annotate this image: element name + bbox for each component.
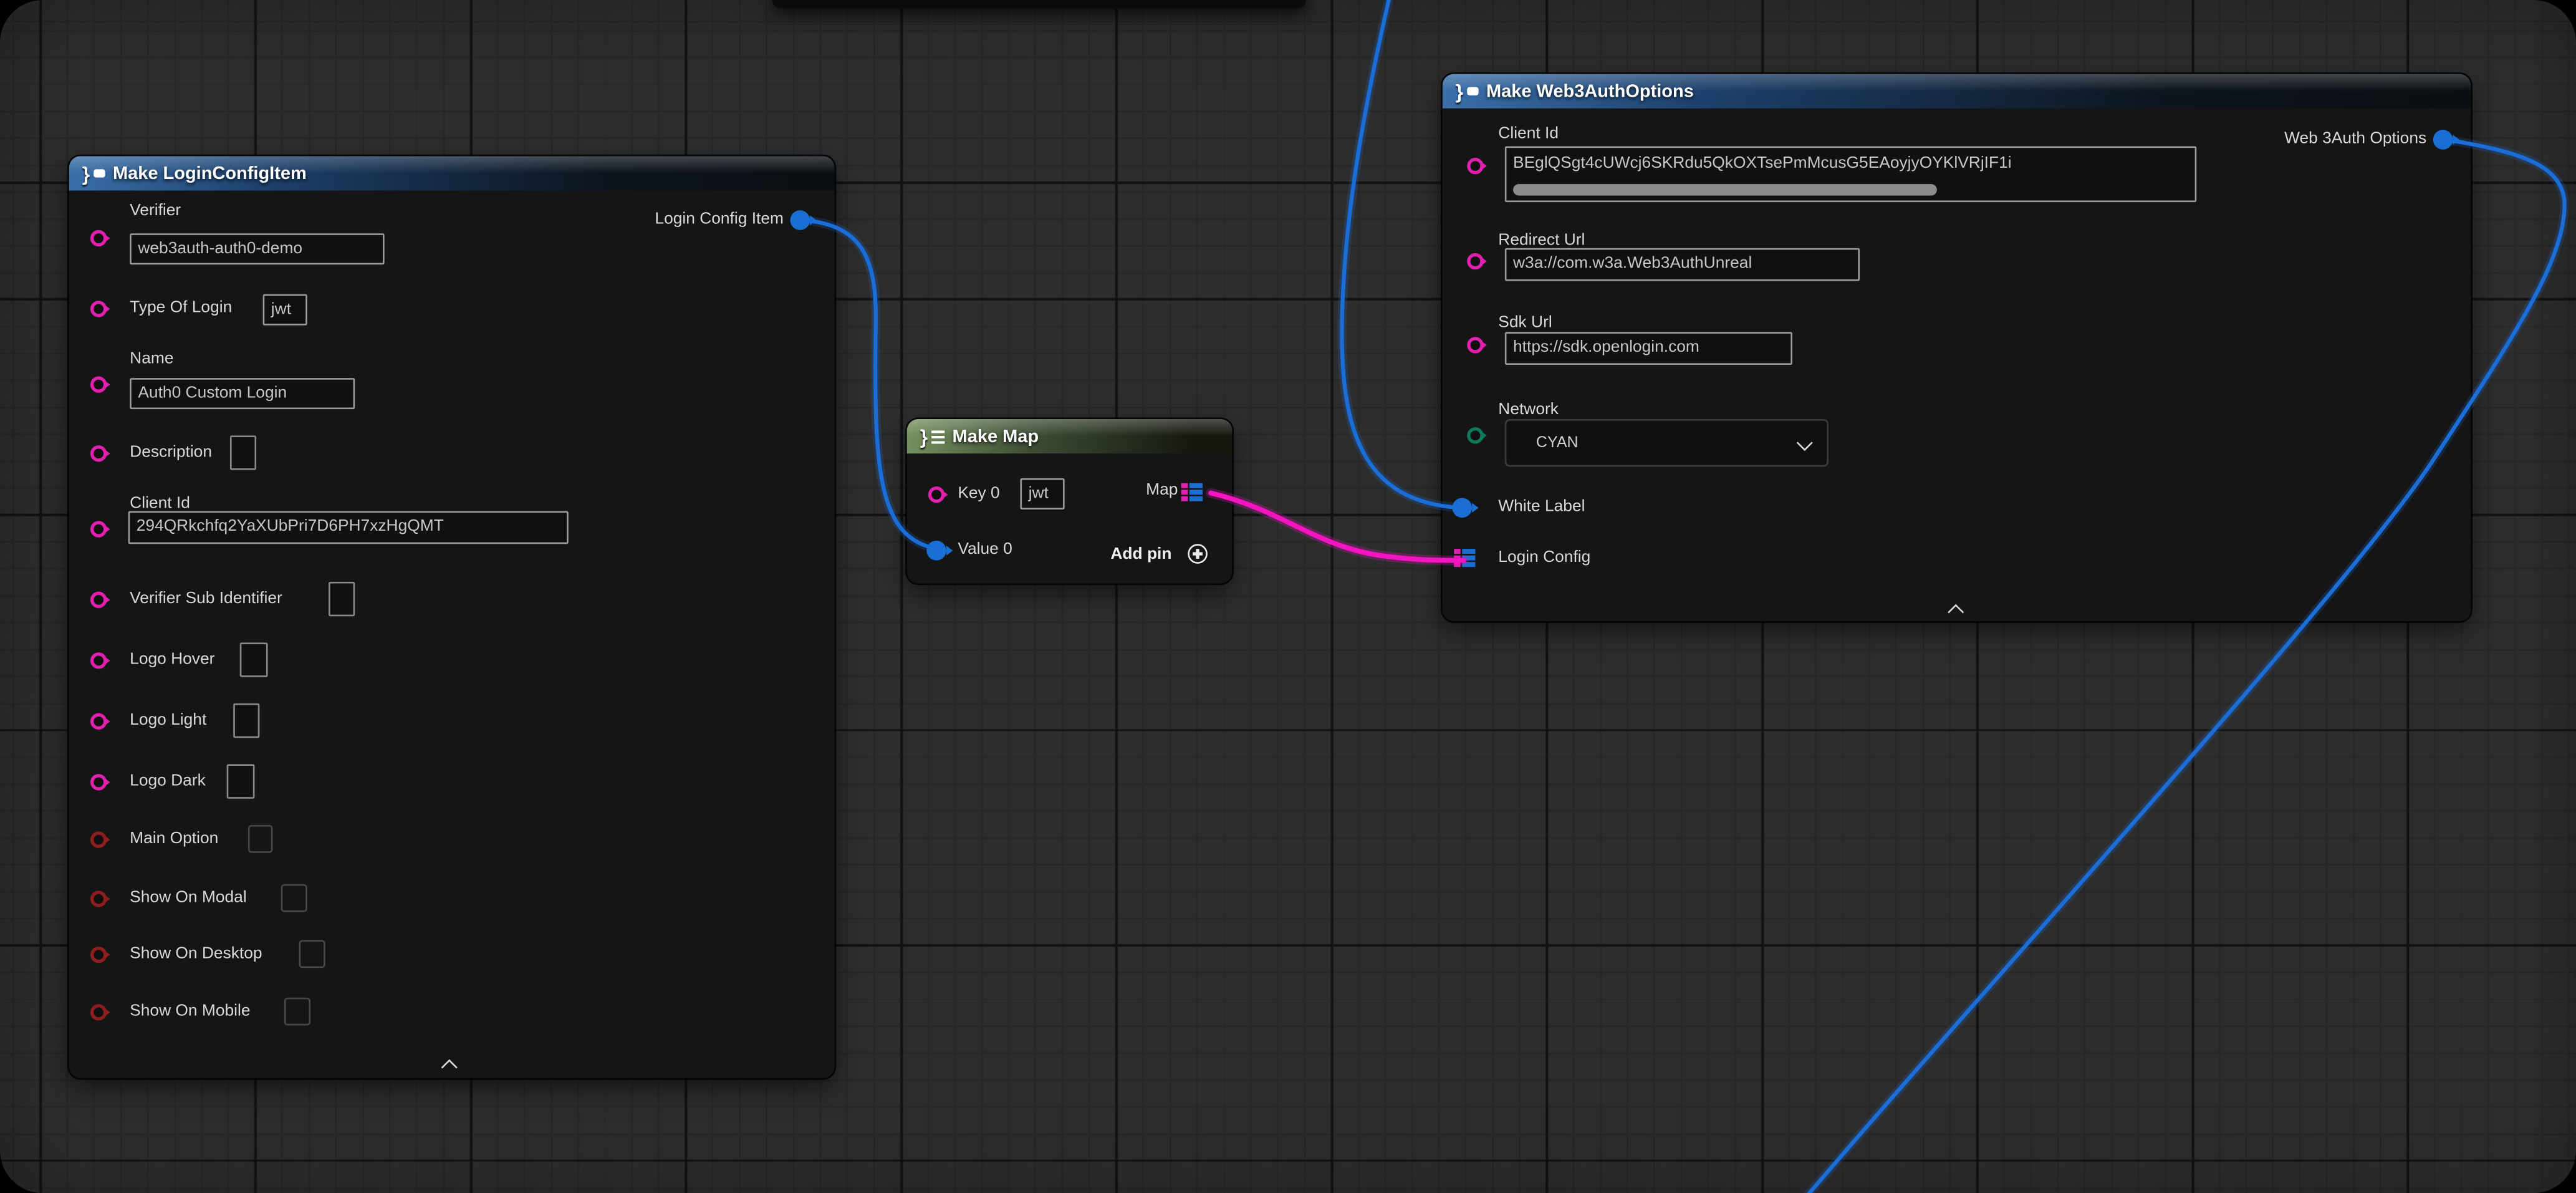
logo-light-label: Logo Light xyxy=(130,712,206,732)
value-0-pin[interactable] xyxy=(926,541,946,561)
verifier-sub-identifier-label: Verifier Sub Identifier xyxy=(130,590,282,610)
login-config-item-output-pin[interactable] xyxy=(791,210,810,230)
map-output-label: Map xyxy=(1146,481,1178,501)
web3auth-options-output-pin[interactable] xyxy=(2433,130,2453,150)
network-dropdown[interactable]: CYAN xyxy=(1505,419,1829,466)
value-0-label: Value 0 xyxy=(958,541,1012,561)
verifier-label: Verifier xyxy=(130,202,181,222)
verifier-sub-identifier-input[interactable] xyxy=(329,582,355,616)
logo-dark-pin[interactable] xyxy=(90,774,107,790)
blueprint-graph-canvas[interactable]: } Make LoginConfigItem Login Config Item… xyxy=(0,0,2576,1193)
client-id-input[interactable]: 294QRkchfq2YaXUbPri7D6PH7xzHgQMT xyxy=(128,511,569,544)
wire-map-to-loginconfig-glow xyxy=(1211,493,1464,561)
client-id-pin[interactable] xyxy=(1467,158,1483,174)
node-make-loginconfigitem[interactable]: } Make LoginConfigItem Login Config Item… xyxy=(69,156,835,1078)
name-input[interactable]: Auth0 Custom Login xyxy=(130,378,355,409)
map-output-pin[interactable] xyxy=(1181,483,1203,501)
client-id-value: BEglQSgt4cUWcj6SKRdu5QkOXTsePmMcusG5EAoy… xyxy=(1513,155,2012,173)
show-on-modal-label: Show On Modal xyxy=(130,889,247,909)
sdk-url-pin[interactable] xyxy=(1467,337,1483,353)
output-pin-label: Web 3Auth Options xyxy=(2284,130,2426,150)
show-on-mobile-label: Show On Mobile xyxy=(130,1002,250,1022)
node-title: Make Web3AuthOptions xyxy=(1486,81,1694,101)
login-config-label: Login Config xyxy=(1498,549,1590,569)
network-label: Network xyxy=(1498,401,1559,421)
show-on-modal-pin[interactable] xyxy=(90,891,107,907)
show-on-desktop-label: Show On Desktop xyxy=(130,945,262,965)
logo-hover-pin[interactable] xyxy=(90,652,107,669)
make-struct-icon: } xyxy=(82,162,105,185)
verifier-input[interactable]: web3auth-auth0-demo xyxy=(130,233,384,264)
description-input[interactable] xyxy=(230,435,256,470)
node-title: Make Map xyxy=(953,427,1039,447)
wire-map-to-loginconfig[interactable] xyxy=(1211,493,1464,561)
redirect-url-pin[interactable] xyxy=(1467,253,1483,269)
node-header[interactable]: } Make Map xyxy=(907,419,1233,453)
name-pin[interactable] xyxy=(90,376,107,392)
key-0-pin[interactable] xyxy=(928,486,944,503)
chevron-down-icon xyxy=(1797,435,1813,451)
blueprint-editor: } Make LoginConfigItem Login Config Item… xyxy=(0,0,2576,1193)
output-pin-label: Login Config Item xyxy=(655,210,784,230)
type-of-login-input[interactable]: jwt xyxy=(263,294,307,326)
main-option-label: Main Option xyxy=(130,830,218,850)
name-label: Name xyxy=(130,350,173,370)
logo-dark-label: Logo Dark xyxy=(130,773,206,793)
white-label-label: White Label xyxy=(1498,498,1585,518)
show-on-modal-checkbox[interactable] xyxy=(281,884,307,912)
make-map-icon: } xyxy=(920,425,944,448)
show-on-desktop-pin[interactable] xyxy=(90,947,107,963)
client-id-scrollbar[interactable] xyxy=(1513,184,1937,195)
sdk-url-label: Sdk Url xyxy=(1498,314,1552,334)
collapse-node-button[interactable] xyxy=(1950,597,1961,626)
add-pin-label: Add pin xyxy=(1110,546,1171,566)
type-of-login-label: Type Of Login xyxy=(130,299,232,319)
node-header[interactable]: } Make Web3AuthOptions xyxy=(1443,74,2471,109)
white-label-pin[interactable] xyxy=(1453,498,1473,518)
logo-dark-input[interactable] xyxy=(227,764,255,798)
key-0-label: Key 0 xyxy=(958,485,999,505)
description-label: Description xyxy=(130,444,212,464)
node-make-map[interactable]: } Make Map Key 0 jwt Map Value 0 Add pin xyxy=(907,419,1233,584)
logo-hover-label: Logo Hover xyxy=(130,651,214,671)
show-on-mobile-pin[interactable] xyxy=(90,1004,107,1020)
collapse-node-button[interactable] xyxy=(444,1052,455,1081)
node-header[interactable]: } Make LoginConfigItem xyxy=(69,156,835,190)
sdk-url-input[interactable]: https://sdk.openlogin.com xyxy=(1505,332,1792,365)
logo-light-input[interactable] xyxy=(233,703,259,738)
redirect-url-input[interactable]: w3a://com.w3a.Web3AuthUnreal xyxy=(1505,248,1860,281)
network-pin[interactable] xyxy=(1467,427,1483,443)
client-id-label: Client Id xyxy=(1498,125,1559,145)
verifier-pin[interactable] xyxy=(90,230,107,246)
type-of-login-pin[interactable] xyxy=(90,301,107,317)
verifier-sub-identifier-pin[interactable] xyxy=(90,592,107,608)
network-selected-value: CYAN xyxy=(1536,434,1579,452)
description-pin[interactable] xyxy=(90,445,107,461)
make-struct-icon: } xyxy=(1456,80,1478,103)
show-on-mobile-checkbox[interactable] xyxy=(284,998,310,1026)
logo-hover-input[interactable] xyxy=(240,642,268,677)
login-config-pin[interactable] xyxy=(1454,549,1475,567)
node-title: Make LoginConfigItem xyxy=(113,163,307,183)
show-on-desktop-checkbox[interactable] xyxy=(299,940,325,968)
logo-light-pin[interactable] xyxy=(90,713,107,730)
offscreen-node-fragment xyxy=(772,0,1306,8)
node-make-web3authoptions[interactable]: } Make Web3AuthOptions Web 3Auth Options… xyxy=(1443,74,2471,622)
client-id-pin[interactable] xyxy=(90,521,107,537)
main-option-pin[interactable] xyxy=(90,831,107,848)
key-0-input[interactable]: jwt xyxy=(1020,478,1064,510)
add-pin-button[interactable] xyxy=(1188,544,1208,564)
client-id-input[interactable]: BEglQSgt4cUWcj6SKRdu5QkOXTsePmMcusG5EAoy… xyxy=(1505,147,2196,203)
main-option-checkbox[interactable] xyxy=(248,825,273,853)
